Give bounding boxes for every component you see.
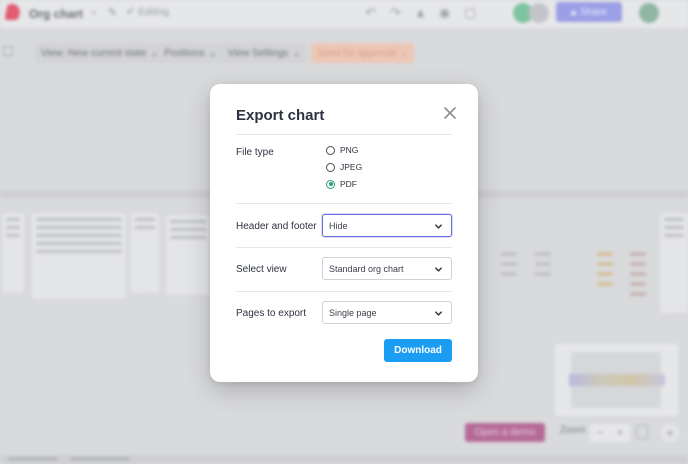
edit-status: ✐ Editing [126,7,169,18]
pages-to-export-label: Pages to export [236,308,307,319]
positions-dropdown[interactable]: Positions ⌄ [158,43,223,63]
divider [236,291,452,292]
share-button[interactable]: 🔒︎ Share [556,2,622,22]
chevron-down-icon [435,267,442,272]
radio-jpeg-label: JPEG [340,162,363,172]
pencil-icon: ✐ [126,7,135,18]
avatar[interactable] [529,3,549,23]
download-button[interactable]: Download [384,339,452,362]
org-card[interactable] [166,215,210,295]
warning-icon[interactable]: ▲ [414,5,427,20]
chevron-down-icon: ⌄ [208,47,217,59]
org-card[interactable] [2,213,24,293]
fit-to-screen-icon[interactable] [636,425,648,439]
header-footer-select[interactable]: Hide [322,214,452,237]
radio-png[interactable]: PNG [326,143,358,157]
lightbulb-icon[interactable]: ◉ [439,5,450,21]
open-demo-button[interactable]: Open a demo [465,423,545,442]
pill-column [630,252,646,302]
select-view-value: Standard org chart [329,263,404,274]
view-settings-label: View Settings [228,47,289,59]
header-footer-label: Header and footer [236,221,317,232]
pill-column [597,252,613,292]
send-for-approval-label: Send for approval [317,47,396,59]
divider [236,247,452,248]
view-settings-dropdown[interactable]: View Settings ⌄ [222,43,307,63]
radio-button[interactable] [326,162,335,172]
status-bar [0,455,688,464]
pages-to-export-value: Single page [329,307,377,318]
dialog-title: Export chart [236,107,325,124]
file-type-label: File type [236,147,274,158]
sidebar-toggle-icon[interactable] [3,46,13,56]
minimap-chart-strip [569,374,665,386]
select-view-label: Select view [236,264,287,275]
share-button-label: Share [580,6,607,18]
view-dropdown[interactable]: View: New current state ⌄ [35,43,165,63]
chevron-down-icon [435,311,442,316]
chevron-down-icon[interactable]: ⌄ [90,6,98,17]
send-for-approval-button[interactable]: Send for approval ⌄ [311,43,415,63]
zoom-label: Zoom [560,425,586,436]
minimap[interactable] [555,344,678,416]
top-bar: Org chart ⌄ ✎ ✐ Editing ↶ ↷ ▲ ◉ ▢ 🔒︎ Share [0,0,688,28]
select-view-select[interactable]: Standard org chart [322,257,452,280]
redo-icon[interactable]: ↷ [390,5,401,21]
radio-png-label: PNG [340,145,359,155]
positions-dropdown-label: Positions [164,47,205,59]
chevron-down-icon [435,224,442,229]
org-card[interactable] [660,213,688,313]
divider [236,203,452,204]
view-dropdown-label: View: New current state [41,47,147,59]
zoom-control[interactable]: − + [590,424,630,442]
lock-icon: 🔒︎ [570,6,577,18]
org-card[interactable] [131,213,159,293]
undo-icon[interactable]: ↶ [365,5,376,21]
close-icon [444,107,456,119]
add-button[interactable]: + [660,423,680,443]
export-chart-dialog: Export chart File type PNG JPEG PDF Head… [210,84,478,382]
radio-pdf[interactable]: PDF [326,177,357,191]
zoom-in-button[interactable]: + [617,427,623,439]
chevron-down-icon: ⌄ [399,47,409,59]
org-card[interactable] [32,213,126,299]
zoom-out-button[interactable]: − [597,427,603,439]
comment-icon[interactable]: ▢ [464,5,476,21]
user-avatar[interactable] [639,3,659,23]
radio-jpeg[interactable]: JPEG [326,160,362,174]
chevron-down-icon: ⌄ [292,47,301,59]
divider [236,134,452,135]
pin-icon[interactable]: ✎ [108,6,117,19]
edit-status-label: Editing [138,7,169,18]
pages-to-export-select[interactable]: Single page [322,301,452,324]
radio-button-checked[interactable] [326,179,335,189]
radio-button[interactable] [326,145,335,155]
app-logo [4,4,22,20]
document-title[interactable]: Org chart [29,7,83,21]
close-button[interactable] [442,105,458,121]
header-footer-value: Hide [329,220,348,231]
radio-pdf-label: PDF [340,179,357,189]
pill-column [535,252,551,282]
pill-column [501,252,517,282]
